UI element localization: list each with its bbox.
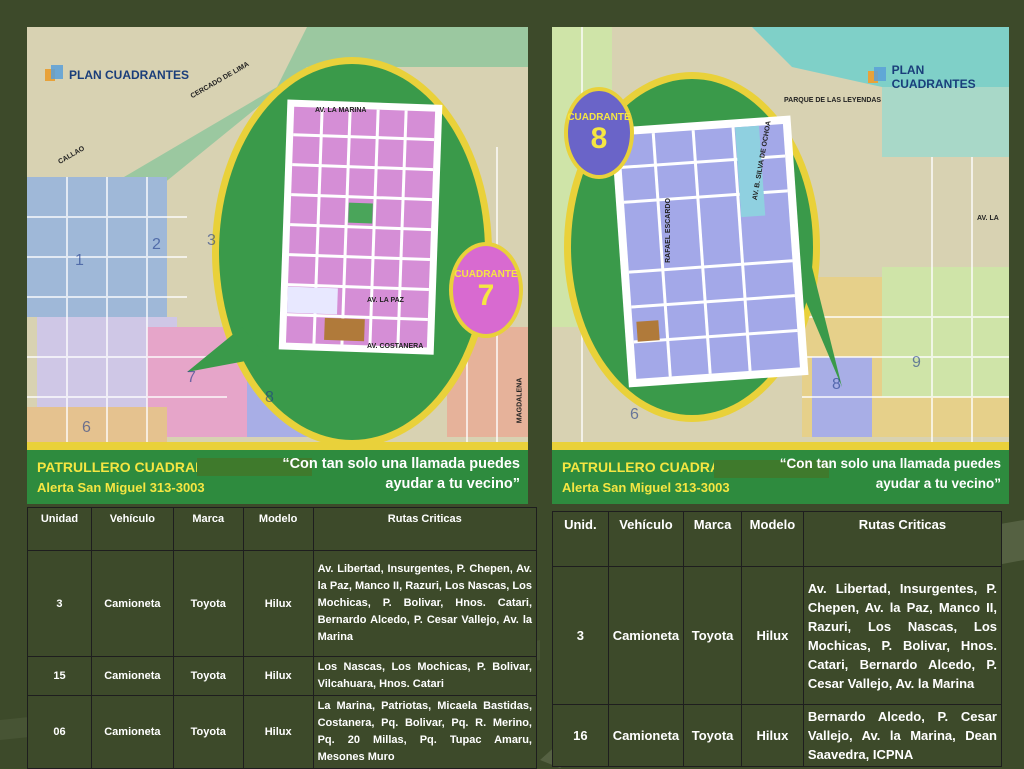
- quadrant-badge: CUADRANTE 7: [449, 242, 523, 338]
- cell-modelo: Hilux: [242, 550, 314, 657]
- table-row: 06 Camioneta Toyota Hilux La Marina, Pat…: [27, 695, 538, 769]
- cell-rutas: Bernardo Alcedo, P. Cesar Vallejo, Av. l…: [802, 704, 1003, 767]
- table-row: 15 Camioneta Toyota Hilux Los Nascas, Lo…: [27, 656, 538, 696]
- street-label: AV. LA: [977, 215, 999, 222]
- street-label: AV. LA MARINA: [315, 107, 367, 114]
- cell-rutas: Los Nascas, Los Mochicas, P. Bolivar, Vi…: [312, 656, 538, 696]
- quadrant-7-map: 1 2 3 6 7 8 AV. LA MARINA AV. LA PAZ AV. COS…: [27, 27, 528, 504]
- logo-icon: [868, 67, 888, 87]
- column-header: Marca: [683, 511, 743, 567]
- cell-modelo: Hilux: [242, 656, 314, 696]
- svg-text:6: 6: [630, 406, 639, 423]
- svg-text:2: 2: [152, 236, 161, 253]
- plan-cuadrantes-logo: PLAN CUADRANTES: [868, 63, 1009, 91]
- badge-number: 8: [590, 121, 608, 155]
- cell-vehiculo: Camioneta: [90, 550, 174, 657]
- street-label: PARQUE DE LAS LEYENDAS: [784, 97, 882, 104]
- banner-stripe: [552, 442, 1009, 450]
- column-header: Marca: [172, 507, 244, 551]
- cell-vehiculo: Camioneta: [90, 695, 174, 769]
- cell-rutas: La Marina, Patriotas, Micaela Bastidas, …: [312, 695, 538, 769]
- svg-text:6: 6: [82, 419, 91, 436]
- badge-number: 7: [477, 278, 495, 312]
- banner-phone: Alerta San Miguel 313-3003: [37, 480, 205, 495]
- quote-line: ayudar a tu vecino”: [875, 476, 1001, 491]
- routes-table-quadrant-7: Unidad Vehículo Marca Modelo Rutas Criti…: [27, 507, 538, 769]
- cell-unidad: 16: [552, 704, 609, 767]
- svg-text:3: 3: [207, 232, 216, 249]
- cell-modelo: Hilux: [741, 704, 804, 767]
- street-label: AV. COSTANERA: [367, 343, 424, 350]
- cell-marca: Toyota: [172, 695, 244, 769]
- plan-cuadrantes-logo: PLAN CUADRANTES: [45, 65, 189, 85]
- cell-vehiculo: Camioneta: [607, 566, 685, 705]
- column-header: Vehículo: [90, 507, 174, 551]
- cell-modelo: Hilux: [242, 695, 314, 769]
- cell-marca: Toyota: [172, 656, 244, 696]
- badge-label: CUADRANTE: [454, 268, 518, 280]
- svg-text:9: 9: [912, 354, 921, 371]
- column-header: Rutas Criticas: [312, 507, 538, 551]
- banner: PATRULLERO CUADRANTE 7 Alerta San Miguel…: [27, 442, 528, 504]
- banner-quote: “Con tan solo una llamada puedes ayudar …: [282, 454, 520, 494]
- column-header: Rutas Criticas: [802, 511, 1003, 567]
- quadrant-badge: CUADRANTE 8: [564, 87, 634, 179]
- banner-phone: Alerta San Miguel 313-3003: [562, 480, 730, 495]
- column-header: Unid.: [552, 511, 609, 567]
- table-row: 16 Camioneta Toyota Hilux Bernardo Alced…: [552, 704, 1003, 767]
- banner: PATRULLERO CUADRANTE 8: Alerta San Migue…: [552, 442, 1009, 504]
- svg-text:8: 8: [832, 376, 841, 393]
- logo-icon: [45, 65, 65, 85]
- logo-text: PLAN CUADRANTES: [891, 63, 976, 91]
- quadrant-8-map: 689 RAFAEL ESCARDO AV. B. SILVA DE OCHOA…: [552, 27, 1009, 504]
- cell-unidad: 06: [27, 695, 92, 769]
- quote-line: “Con tan solo una llamada puedes: [282, 456, 520, 472]
- table-header-row: Unid. Vehículo Marca Modelo Rutas Critic…: [552, 511, 1003, 567]
- cell-marca: Toyota: [172, 550, 244, 657]
- cell-rutas: Av. Libertad, Insurgentes, P. Chepen, Av…: [802, 566, 1003, 705]
- svg-text:1: 1: [75, 252, 84, 269]
- banner-stripe: [27, 442, 528, 450]
- column-header: Unidad: [27, 507, 92, 551]
- column-header: Modelo: [242, 507, 314, 551]
- quote-line: “Con tan solo una llamada puedes: [779, 456, 1001, 471]
- cell-rutas: Av. Libertad, Insurgentes, P. Chepen, Av…: [312, 550, 538, 657]
- table-row: 3 Camioneta Toyota Hilux Av. Libertad, I…: [552, 566, 1003, 705]
- cell-unidad: 15: [27, 656, 92, 696]
- svg-text:8: 8: [265, 389, 274, 406]
- logo-text: PLAN CUADRANTES: [69, 68, 189, 82]
- quote-line: ayudar a tu vecino”: [385, 476, 520, 492]
- cell-vehiculo: Camioneta: [607, 704, 685, 767]
- svg-text:7: 7: [187, 369, 196, 386]
- routes-table-quadrant-8: Unid. Vehículo Marca Modelo Rutas Critic…: [552, 511, 1003, 767]
- street-label: AV. LA PAZ: [367, 297, 404, 304]
- cell-marca: Toyota: [683, 566, 743, 705]
- column-header: Modelo: [741, 511, 804, 567]
- badge-label: CUADRANTE: [567, 111, 631, 123]
- table-row: 3 Camioneta Toyota Hilux Av. Libertad, I…: [27, 550, 538, 657]
- cell-modelo: Hilux: [741, 566, 804, 705]
- street-label: MAGDALENA: [516, 377, 524, 424]
- banner-quote: “Con tan solo una llamada puedes ayudar …: [780, 454, 1001, 494]
- cell-vehiculo: Camioneta: [90, 656, 174, 696]
- cell-unidad: 3: [552, 566, 609, 705]
- cell-marca: Toyota: [683, 704, 743, 767]
- table-header-row: Unidad Vehículo Marca Modelo Rutas Criti…: [27, 507, 538, 551]
- cell-unidad: 3: [27, 550, 92, 657]
- street-label: RAFAEL ESCARDO: [664, 198, 672, 263]
- column-header: Vehículo: [607, 511, 685, 567]
